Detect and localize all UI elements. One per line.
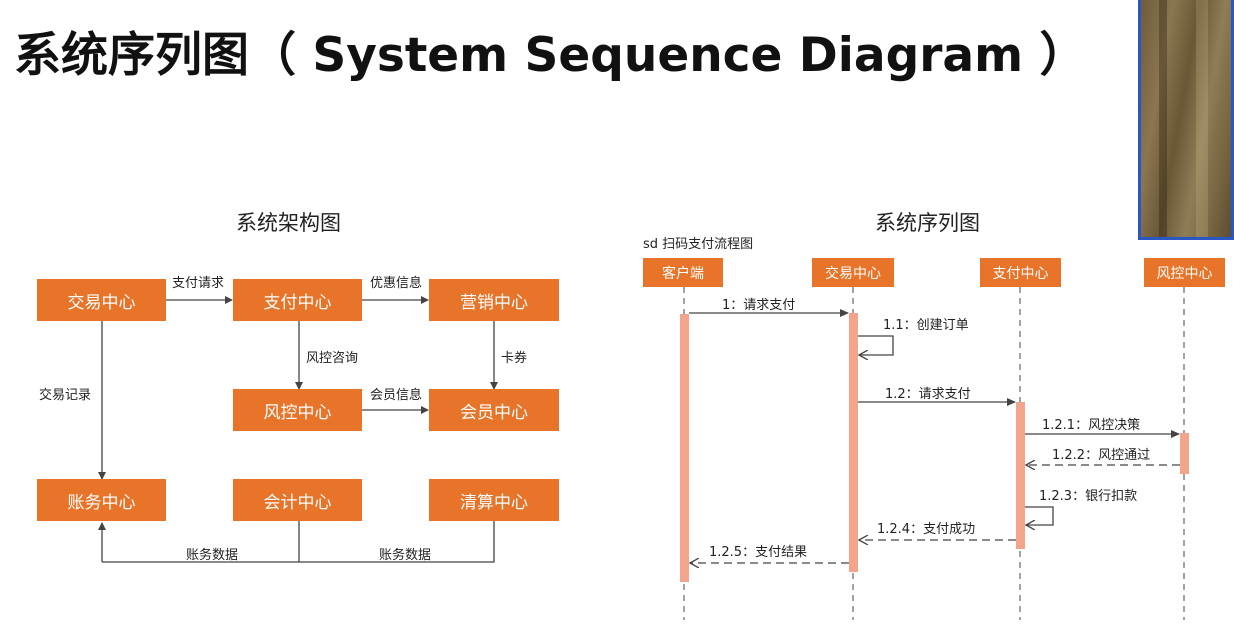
- msg-1-2-5-label: 1.2.5：支付结果: [709, 545, 808, 560]
- activation-risk: [1180, 433, 1189, 474]
- lifeline-head-trade: 交易中心: [812, 258, 894, 287]
- lifeline-head-client: 客户端: [643, 258, 723, 287]
- activation-payment: [1016, 402, 1025, 549]
- msg-1-1-self-arrow: [858, 335, 894, 355]
- lifeline-head-payment: 支付中心: [980, 258, 1061, 287]
- msg-1-2-2-label: 1.2.2：风控通过: [1052, 448, 1151, 463]
- msg-1-2-4-label: 1.2.4：支付成功: [877, 522, 976, 537]
- activation-trade: [849, 313, 858, 572]
- msg-1-2-3-self-arrow: [1025, 506, 1054, 525]
- msg-1-2-1-label: 1.2.1：风控决策: [1042, 418, 1141, 433]
- msg-1-2-label: 1.2：请求支付: [885, 387, 971, 402]
- msg-1-1-label: 1.1：创建订单: [883, 318, 969, 333]
- activation-client: [680, 314, 689, 582]
- msg-1-label: 1：请求支付: [722, 298, 796, 313]
- lifeline-head-risk: 风控中心: [1144, 258, 1225, 287]
- sequence-graphics: [680, 287, 1189, 620]
- msg-1-2-3-label: 1.2.3：银行扣款: [1039, 489, 1138, 504]
